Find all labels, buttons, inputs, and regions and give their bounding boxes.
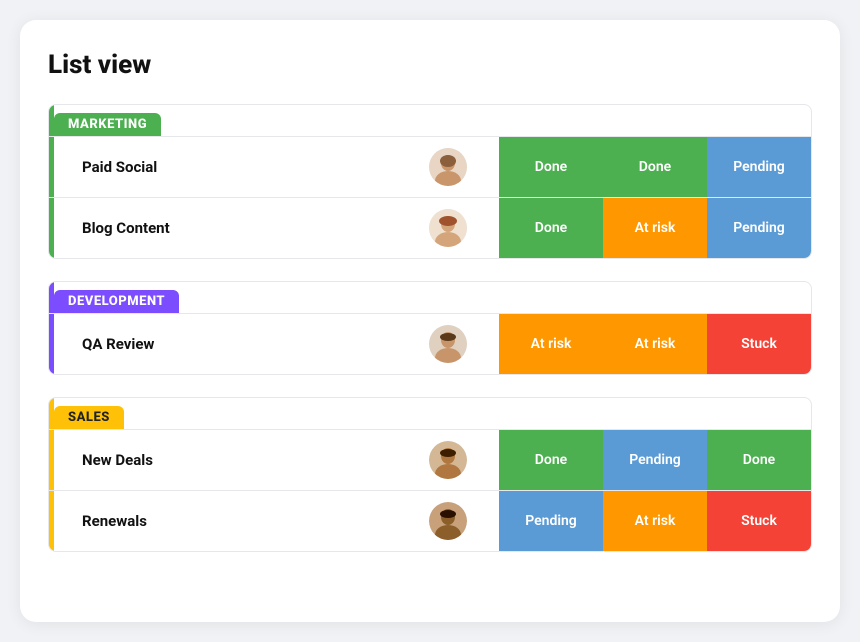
page-title: List view	[48, 50, 812, 80]
status-cells: DoneAt riskPending	[499, 198, 811, 258]
status-cells: At riskAt riskStuck	[499, 314, 811, 374]
status-badge[interactable]: Done	[499, 137, 603, 197]
row-name: New Deals	[70, 451, 429, 469]
row-name: QA Review	[70, 335, 429, 353]
group-development: DEVELOPMENTQA Review At riskAt riskStuck	[48, 281, 812, 375]
table-row: QA Review At riskAt riskStuck	[49, 313, 811, 374]
groups-container: MARKETINGPaid Social DoneDonePendingBlog…	[48, 104, 812, 552]
table-row: Paid Social DoneDonePending	[49, 136, 811, 197]
status-badge[interactable]: Stuck	[707, 314, 811, 374]
status-badge[interactable]: Pending	[707, 198, 811, 258]
status-badge[interactable]: At risk	[499, 314, 603, 374]
group-label-development: DEVELOPMENT	[54, 290, 179, 313]
status-badge[interactable]: At risk	[603, 198, 707, 258]
group-marketing: MARKETINGPaid Social DoneDonePendingBlog…	[48, 104, 812, 259]
status-badge[interactable]: Pending	[707, 137, 811, 197]
group-label-marketing: MARKETING	[54, 113, 161, 136]
row-left: Paid Social	[54, 137, 499, 197]
row-left: QA Review	[54, 314, 499, 374]
avatar	[429, 325, 467, 363]
status-cells: DoneDonePending	[499, 137, 811, 197]
status-cells: DonePendingDone	[499, 430, 811, 490]
status-badge[interactable]: Done	[499, 198, 603, 258]
group-header-row-sales: SALES	[49, 398, 811, 429]
row-left: Blog Content	[54, 198, 499, 258]
avatar	[429, 148, 467, 186]
status-badge[interactable]: Pending	[603, 430, 707, 490]
status-badge[interactable]: Done	[707, 430, 811, 490]
group-label-sales: SALES	[54, 406, 124, 429]
group-sales: SALESNew Deals DonePendingDoneRenewals P…	[48, 397, 812, 552]
status-badge[interactable]: At risk	[603, 491, 707, 551]
table-row: Renewals PendingAt riskStuck	[49, 490, 811, 551]
status-cells: PendingAt riskStuck	[499, 491, 811, 551]
status-badge[interactable]: Done	[603, 137, 707, 197]
avatar	[429, 502, 467, 540]
row-name: Paid Social	[70, 158, 429, 176]
table-row: Blog Content DoneAt riskPending	[49, 197, 811, 258]
group-header-row-marketing: MARKETING	[49, 105, 811, 136]
row-name: Renewals	[70, 512, 429, 530]
row-left: Renewals	[54, 491, 499, 551]
status-badge[interactable]: Pending	[499, 491, 603, 551]
row-name: Blog Content	[70, 219, 429, 237]
table-row: New Deals DonePendingDone	[49, 429, 811, 490]
row-left: New Deals	[54, 430, 499, 490]
avatar	[429, 441, 467, 479]
group-header-row-development: DEVELOPMENT	[49, 282, 811, 313]
avatar	[429, 209, 467, 247]
status-badge[interactable]: Done	[499, 430, 603, 490]
list-view-card: List view MARKETINGPaid Social DoneDoneP…	[20, 20, 840, 622]
status-badge[interactable]: At risk	[603, 314, 707, 374]
status-badge[interactable]: Stuck	[707, 491, 811, 551]
